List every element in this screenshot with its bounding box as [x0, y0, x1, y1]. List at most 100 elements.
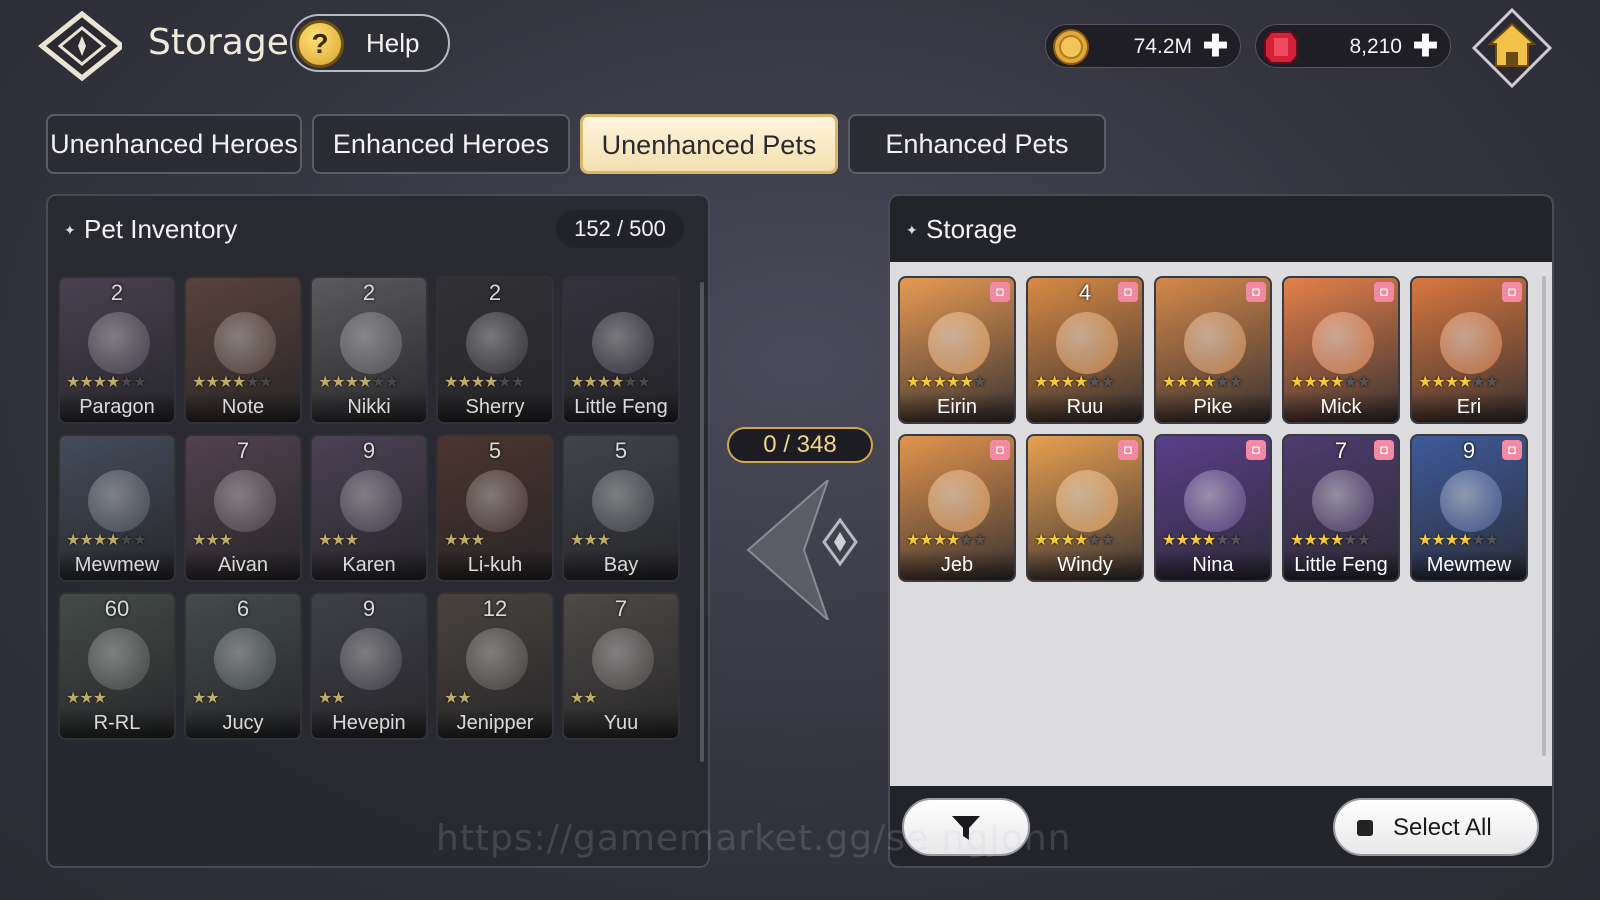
add-gold-button[interactable]: ✚	[1203, 29, 1228, 64]
home-icon[interactable]	[1472, 8, 1552, 88]
star-rating: ★★★★★★	[1162, 532, 1243, 549]
pet-name: Eirin	[900, 392, 1014, 422]
pet-card[interactable]: 9 ★★★ Karen	[310, 434, 428, 582]
pet-card[interactable]: 6 ★★ Jucy	[184, 592, 302, 740]
tab-unenhanced-heroes[interactable]: Unenhanced Heroes	[46, 114, 302, 174]
pet-card[interactable]: ◘ ★★★★★★ Eirin	[898, 276, 1016, 424]
pet-card[interactable]: ◘ ★★★★★★ Nina	[1154, 434, 1272, 582]
select-all-button[interactable]: Select All	[1333, 798, 1539, 856]
star-rating: ★★★★★★	[66, 374, 147, 391]
pet-card[interactable]: 7 ★★★ Aivan	[184, 434, 302, 582]
star-rating: ★★★★★★	[1418, 374, 1499, 391]
pet-card[interactable]: 2 ★★★★★★ Paragon	[58, 276, 176, 424]
star-rating: ★★★★★★	[906, 532, 987, 549]
move-left-arrow-icon[interactable]	[744, 480, 864, 620]
pet-level: 6	[236, 596, 250, 621]
pet-card[interactable]: ◘ ★★★★★★ Eri	[1410, 276, 1528, 424]
pet-level: 2	[362, 280, 376, 305]
pet-card[interactable]: 60 ★★★ R-RL	[58, 592, 176, 740]
pet-card[interactable]: 12 ★★ Jenipper	[436, 592, 554, 740]
tab-enhanced-heroes[interactable]: Enhanced Heroes	[312, 114, 570, 174]
pet-card[interactable]: 4 ◘ ★★★★★★ Ruu	[1026, 276, 1144, 424]
add-gems-button[interactable]: ✚	[1413, 29, 1438, 64]
star-rating: ★★★	[570, 532, 611, 549]
pet-level: 2	[110, 280, 124, 305]
lock-icon[interactable]: ◘	[990, 282, 1010, 302]
star-rating: ★★★★★★	[192, 374, 273, 391]
lock-icon[interactable]: ◘	[1118, 282, 1138, 302]
pet-level: 60	[104, 596, 130, 621]
pet-card[interactable]: 7 ◘ ★★★★★★ Little Feng	[1282, 434, 1400, 582]
gold-amount: 74.2M	[1133, 35, 1192, 58]
storage-header: ✦ Storage	[890, 196, 1552, 262]
star-rating: ★★★★★★	[1034, 374, 1115, 391]
pet-card[interactable]: 5 ★★★ Li-kuh	[436, 434, 554, 582]
lock-icon[interactable]: ◘	[1374, 282, 1394, 302]
pet-portrait	[592, 628, 654, 690]
pet-portrait	[214, 312, 276, 374]
pet-portrait	[88, 312, 150, 374]
pet-level: 12	[482, 596, 508, 621]
star-rating: ★★★★★★	[1034, 532, 1115, 549]
lock-icon[interactable]: ◘	[1246, 282, 1266, 302]
tab-unenhanced-pets[interactable]: Unenhanced Pets	[580, 114, 838, 174]
pet-name: Jenipper	[438, 708, 552, 738]
pet-card[interactable]: 2 ★★★★★★ Sherry	[436, 276, 554, 424]
help-button[interactable]: ? Help	[290, 14, 450, 72]
pet-portrait	[1184, 470, 1246, 532]
pet-card[interactable]: 7 ★★ Yuu	[562, 592, 680, 740]
pet-name: Karen	[312, 550, 426, 580]
ruby-icon	[1264, 31, 1298, 64]
storage-scrollbar[interactable]	[1542, 276, 1546, 756]
lock-icon[interactable]: ◘	[1502, 282, 1522, 302]
pet-name: Li-kuh	[438, 550, 552, 580]
back-icon[interactable]	[38, 10, 122, 82]
lock-icon[interactable]: ◘	[1502, 440, 1522, 460]
watermark: https://gamemarket.gg/se ngJohn	[436, 818, 1072, 859]
pet-portrait	[928, 312, 990, 374]
pet-portrait	[592, 312, 654, 374]
pet-portrait	[88, 470, 150, 532]
help-label: Help	[366, 28, 420, 58]
pet-name: Jucy	[186, 708, 300, 738]
lock-icon[interactable]: ◘	[990, 440, 1010, 460]
pet-card[interactable]: ★★★★★★ Mewmew	[58, 434, 176, 582]
star-rating: ★★★★★★	[1290, 532, 1371, 549]
pet-card[interactable]: ◘ ★★★★★★ Pike	[1154, 276, 1272, 424]
pet-name: Nikki	[312, 392, 426, 422]
pet-name: Mick	[1284, 392, 1398, 422]
star-rating: ★★	[318, 690, 346, 707]
pet-card[interactable]: 2 ★★★★★★ Nikki	[310, 276, 428, 424]
inventory-scrollbar[interactable]	[700, 282, 704, 762]
pet-level: 7	[236, 438, 250, 463]
pet-name: R-RL	[60, 708, 174, 738]
tab-enhanced-pets[interactable]: Enhanced Pets	[848, 114, 1106, 174]
lock-icon[interactable]: ◘	[1374, 440, 1394, 460]
pet-level: 5	[488, 438, 502, 463]
pet-card[interactable]: ◘ ★★★★★★ Jeb	[898, 434, 1016, 582]
pet-portrait	[340, 312, 402, 374]
pet-card[interactable]: ◘ ★★★★★★ Windy	[1026, 434, 1144, 582]
storage-panel: ✦ Storage ◘ ★★★★★★ Eirin 4 ◘ ★★★★★★ Ruu ◘ ★★★★★★…	[888, 194, 1554, 868]
pet-name: Sherry	[438, 392, 552, 422]
pet-card[interactable]: ★★★★★★ Note	[184, 276, 302, 424]
pet-card[interactable]: 9 ★★ Hevepin	[310, 592, 428, 740]
pet-portrait	[1440, 312, 1502, 374]
star-rating: ★★★	[66, 690, 107, 707]
sparkle-icon: ✦	[64, 222, 76, 238]
pet-name: Eri	[1412, 392, 1526, 422]
inventory-header: ✦ Pet Inventory 152 / 500	[48, 196, 708, 262]
pet-card[interactable]: ★★★★★★ Little Feng	[562, 276, 680, 424]
lock-icon[interactable]: ◘	[1118, 440, 1138, 460]
pet-portrait	[340, 470, 402, 532]
pet-level: 9	[362, 438, 376, 463]
pet-portrait	[466, 628, 528, 690]
pet-card[interactable]: 5 ★★★ Bay	[562, 434, 680, 582]
inventory-title: Pet Inventory	[84, 214, 238, 244]
pet-card[interactable]: ◘ ★★★★★★ Mick	[1282, 276, 1400, 424]
pet-card[interactable]: 9 ◘ ★★★★★★ Mewmew	[1410, 434, 1528, 582]
select-all-checkbox[interactable]	[1357, 820, 1373, 836]
lock-icon[interactable]: ◘	[1246, 440, 1266, 460]
pet-name: Windy	[1028, 550, 1142, 580]
help-icon: ?	[296, 20, 344, 68]
